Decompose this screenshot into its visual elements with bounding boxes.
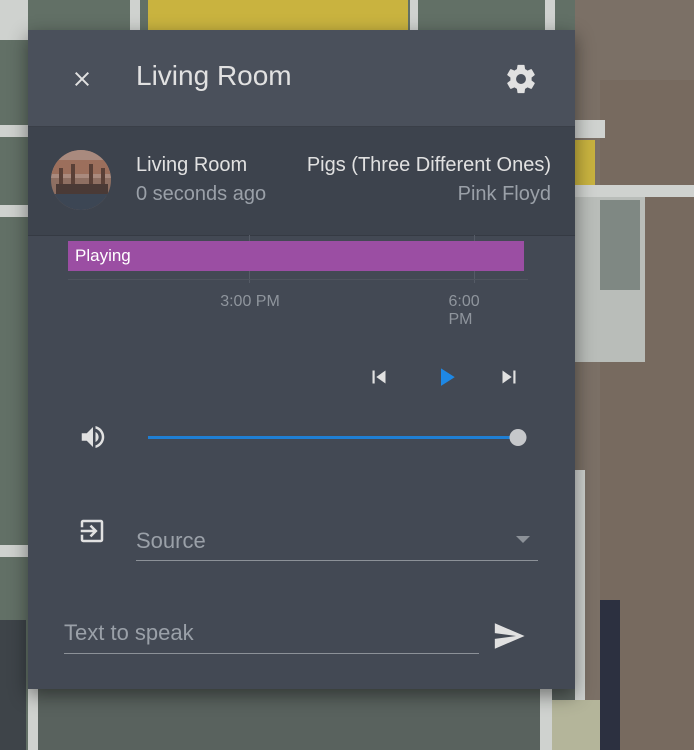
timeline-state-bar[interactable]: Playing	[68, 241, 524, 271]
mute-button[interactable]	[76, 420, 110, 454]
source-icon-wrap	[75, 514, 109, 548]
input-source-icon	[80, 519, 104, 543]
send-tts-button[interactable]	[489, 618, 529, 654]
tts-input[interactable]	[64, 613, 479, 654]
media-entity-row[interactable]: Living Room 0 seconds ago Pigs (Three Di…	[28, 126, 575, 236]
timeline-tick-label: 3:00 PM	[220, 293, 280, 310]
timeline-tick-label: 6:00 PM	[448, 293, 480, 328]
dialog-title: Living Room	[136, 60, 292, 91]
source-label: Source	[136, 528, 206, 553]
skip-next-icon	[502, 370, 516, 384]
next-track-button[interactable]	[492, 360, 526, 394]
media-title: Pigs (Three Different Ones)	[306, 154, 551, 176]
timeline-axis	[68, 279, 528, 280]
source-dropdown[interactable]: Source	[136, 520, 538, 561]
previous-track-button[interactable]	[362, 360, 396, 394]
play-button[interactable]	[429, 360, 463, 394]
settings-button[interactable]	[503, 61, 539, 97]
volume-slider-knob[interactable]	[509, 429, 527, 446]
volume-slider[interactable]	[148, 426, 527, 450]
close-icon	[75, 72, 89, 86]
album-art	[51, 150, 111, 210]
volume-high-icon	[81, 426, 105, 448]
dialog-header: Living Room	[28, 30, 575, 126]
chevron-down-icon	[516, 536, 530, 543]
entity-name: Living Room	[136, 154, 248, 176]
skip-previous-icon	[372, 370, 386, 384]
gear-icon	[507, 64, 535, 94]
close-button[interactable]	[66, 63, 98, 95]
play-icon	[441, 368, 455, 386]
volume-slider-track	[148, 436, 518, 439]
send-icon	[494, 623, 525, 649]
last-changed: 0 seconds ago	[136, 183, 267, 205]
media-player-dialog: Living Room Living Room 0 seconds ago Pi…	[28, 30, 575, 689]
state-history-timeline: Playing 3:00 PM 6:00 PM	[68, 235, 528, 328]
media-artist: Pink Floyd	[457, 183, 551, 205]
